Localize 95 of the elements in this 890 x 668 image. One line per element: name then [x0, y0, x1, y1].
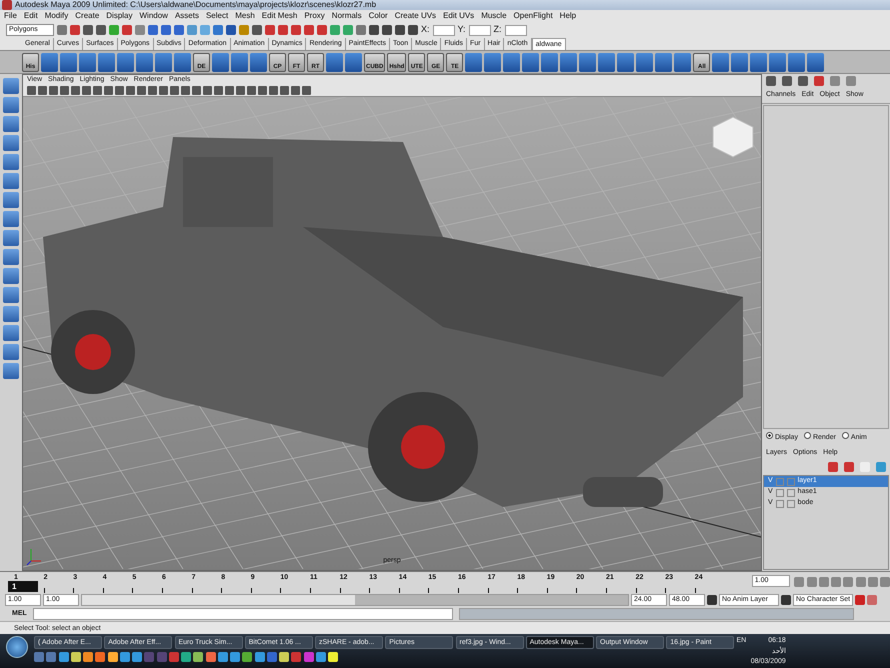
shelf-icon[interactable]: [117, 52, 134, 72]
menu-item[interactable]: OpenFlight: [514, 10, 553, 22]
quick-launch-icon[interactable]: [193, 652, 204, 662]
shelf-icon[interactable]: [769, 52, 786, 72]
current-frame-marker: 1: [8, 581, 38, 592]
start-button[interactable]: [6, 636, 28, 658]
quick-launch-icon[interactable]: [58, 652, 68, 662]
axis-icon: [26, 548, 42, 566]
quick-launch-icon[interactable]: [206, 652, 216, 662]
shelf-icon[interactable]: [503, 52, 520, 72]
shelf-icon[interactable]: [155, 52, 172, 72]
tool-icon[interactable]: [3, 211, 19, 227]
shelf-icon[interactable]: [655, 52, 672, 72]
quick-launch-icon[interactable]: [181, 652, 191, 662]
menu-item[interactable]: File: [4, 10, 17, 22]
coordinate-label: X:: [421, 23, 430, 36]
shelf-icon[interactable]: [98, 52, 115, 72]
tool-icon[interactable]: [3, 268, 19, 284]
quick-launch-icon[interactable]: [328, 652, 338, 662]
shelf-icon[interactable]: [79, 52, 96, 72]
coordinate-field[interactable]: [432, 24, 455, 36]
quick-launch-icon[interactable]: [95, 652, 106, 662]
shelf-icon[interactable]: [541, 52, 558, 72]
tool-icon[interactable]: [3, 325, 19, 341]
shelf-icon[interactable]: [560, 52, 578, 72]
menu-item[interactable]: Proxy: [304, 10, 325, 22]
shelf-icon[interactable]: [788, 52, 806, 72]
shelf-icon[interactable]: [465, 52, 482, 72]
menu-item[interactable]: Mesh: [235, 10, 255, 22]
shelf-icon[interactable]: [712, 52, 730, 72]
shelf-icon[interactable]: [750, 52, 768, 72]
menu-item[interactable]: Edit Mesh: [262, 10, 298, 22]
view-cube-icon[interactable]: [712, 116, 754, 158]
shelf-icon[interactable]: [231, 52, 248, 72]
menu-item[interactable]: Window: [140, 10, 168, 22]
range-slider-bar[interactable]: [82, 594, 355, 604]
menu-item[interactable]: Help: [560, 10, 576, 22]
quick-launch-icon[interactable]: [218, 652, 228, 662]
shelf-icon[interactable]: [250, 52, 267, 72]
quick-launch-icon[interactable]: [279, 652, 289, 662]
menu-item[interactable]: Assets: [174, 10, 199, 22]
quick-launch-icon[interactable]: [230, 652, 240, 662]
tool-icon[interactable]: [3, 97, 19, 113]
tool-icon[interactable]: [3, 135, 19, 151]
menu-item[interactable]: Display: [106, 10, 132, 22]
shelf-icon[interactable]: [579, 52, 596, 72]
tool-icon[interactable]: [3, 306, 19, 322]
quick-launch-icon[interactable]: [316, 652, 326, 662]
menu-item[interactable]: Modify: [44, 10, 68, 22]
menu-item[interactable]: Normals: [332, 10, 362, 22]
tool-icon[interactable]: [3, 344, 19, 360]
tool-icon[interactable]: [3, 78, 19, 94]
menu-item[interactable]: Edit UVs: [443, 10, 474, 22]
coordinate-field[interactable]: [504, 24, 527, 36]
quick-launch-icon[interactable]: [70, 652, 81, 662]
tool-icon[interactable]: [3, 363, 19, 379]
tool-icon[interactable]: [3, 249, 19, 265]
shelf-icon[interactable]: [636, 52, 654, 72]
shelf-icon[interactable]: [731, 52, 748, 72]
shelf-icon[interactable]: [484, 52, 502, 72]
menu-item[interactable]: Edit: [24, 10, 38, 22]
coordinate-label: Y:: [458, 23, 466, 36]
shelf-icon[interactable]: [60, 52, 77, 72]
menu-item[interactable]: Color: [368, 10, 388, 22]
tool-icon[interactable]: [3, 287, 19, 303]
quick-launch-icon[interactable]: [108, 652, 118, 662]
tool-icon[interactable]: [3, 173, 19, 189]
menu-item[interactable]: Select: [206, 10, 228, 22]
menu-item[interactable]: Create: [75, 10, 100, 22]
shelf-icon[interactable]: [41, 52, 58, 72]
shelf-icon[interactable]: [326, 52, 343, 72]
coordinate-label: Z:: [494, 23, 502, 36]
quick-launch-icon[interactable]: [254, 652, 264, 662]
quick-launch-icon[interactable]: [83, 652, 93, 662]
shelf-icon[interactable]: [807, 52, 824, 72]
command-field[interactable]: [32, 608, 453, 620]
tool-icon[interactable]: [3, 116, 19, 132]
quick-launch-icon[interactable]: [120, 652, 130, 662]
shelf-icon[interactable]: [212, 52, 229, 72]
tool-icon[interactable]: [3, 154, 19, 170]
shelf-icon[interactable]: [136, 52, 153, 72]
quick-launch-icon[interactable]: [242, 652, 252, 662]
tool-icon[interactable]: [3, 230, 19, 246]
menu-item[interactable]: Muscle: [481, 10, 507, 22]
shelf-icon[interactable]: [598, 52, 616, 72]
shelf-icon[interactable]: [522, 52, 540, 72]
shelf-icon[interactable]: [345, 52, 362, 72]
shelf-icon[interactable]: [674, 52, 692, 72]
window-title: Autodesk Maya 2009 Unlimited: C:\Users\aldwane\Documents\maya\projects\klozr\scenes\klozr27.mb: [15, 0, 376, 10]
tool-icon[interactable]: [3, 192, 19, 208]
coordinate-field[interactable]: [468, 24, 491, 36]
menu-item[interactable]: Create UVs: [394, 10, 436, 22]
quick-launch-icon[interactable]: [132, 652, 142, 662]
shelf-icon[interactable]: [174, 52, 191, 72]
shelf-icon[interactable]: [617, 52, 634, 72]
